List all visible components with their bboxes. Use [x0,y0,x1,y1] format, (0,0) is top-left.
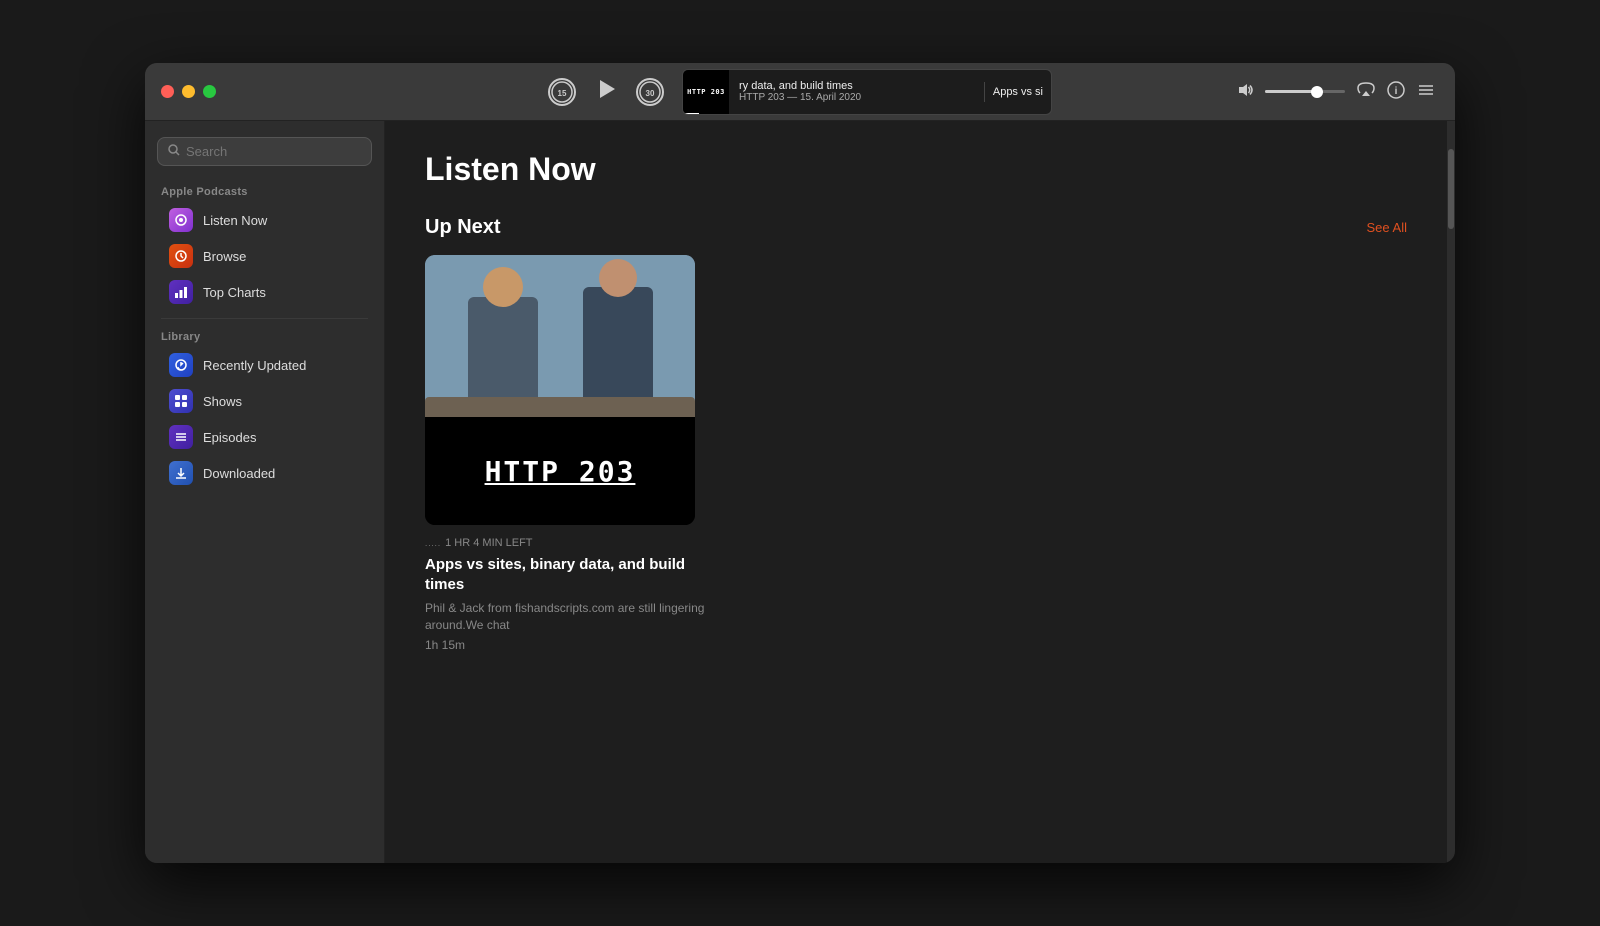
episode-title: Apps vs sites, binary data, and build ti… [425,555,705,594]
see-all-link[interactable]: See All [1367,220,1407,235]
http203-lower: HTTP 203 [425,417,695,525]
sidebar-item-shows-label: Shows [203,394,242,409]
airplay-icon[interactable] [1357,81,1375,103]
forward-icon: 30 [636,78,664,106]
shows-icon [169,389,193,413]
sidebar-item-downloaded[interactable]: Downloaded [153,456,376,490]
sidebar-item-browse[interactable]: Browse [153,239,376,273]
info-icon[interactable]: i [1387,81,1405,103]
sidebar-item-episodes[interactable]: Episodes [153,420,376,454]
listen-now-icon [169,208,193,232]
volume-thumb [1311,86,1323,98]
now-playing-title: ry data, and build times [739,80,974,92]
search-icon [168,144,180,159]
sidebar-item-downloaded-label: Downloaded [203,466,275,481]
now-playing-subtitle: HTTP 203 — 15. April 2020 [739,92,974,103]
downloaded-icon [169,461,193,485]
section-title-up-next: Up Next [425,216,501,239]
sidebar-item-recently-updated-label: Recently Updated [203,358,306,373]
sidebar-item-browse-label: Browse [203,249,246,264]
episode-photo [425,255,695,417]
traffic-lights [161,85,216,98]
sidebar-item-listen-now-label: Listen Now [203,213,267,228]
episode-description: Phil & Jack from fishandscripts.com are … [425,600,705,634]
maximize-button[interactable] [203,85,216,98]
minimize-button[interactable] [182,85,195,98]
right-controls: i [1237,81,1435,103]
sidebar-item-recently-updated[interactable]: Recently Updated [153,348,376,382]
time-left: 1 HR 4 MIN LEFT [445,537,532,549]
episode-meta: ..... 1 HR 4 MIN LEFT [425,537,705,549]
volume-fill [1265,90,1317,93]
search-input[interactable] [186,144,362,159]
episode-duration: 1h 15m [425,638,705,652]
photo-scene [425,255,695,417]
now-playing-next: Apps vs si [984,82,1051,102]
forward-button[interactable]: 30 [636,78,664,106]
app-window: 15 30 [145,63,1455,863]
main-content: Apple Podcasts Listen Now Bro [145,121,1455,863]
volume-slider[interactable] [1265,90,1345,93]
svg-text:30: 30 [646,89,655,98]
list-icon[interactable] [1417,81,1435,103]
sidebar-item-listen-now[interactable]: Listen Now [153,203,376,237]
svg-text:i: i [1395,86,1398,97]
podcast-card[interactable]: HTTP 203 ..... 1 HR 4 MIN LEFT Apps vs s… [425,255,705,652]
http203-logo: HTTP 203 [485,455,636,488]
scrollbar-track[interactable] [1447,121,1455,863]
volume-icon [1237,82,1253,101]
sidebar: Apple Podcasts Listen Now Bro [145,121,385,863]
sidebar-section-library: Library [145,327,384,347]
sidebar-item-top-charts[interactable]: Top Charts [153,275,376,309]
http203-artwork: HTTP 203 [425,255,695,525]
now-playing-thumbnail: HTTP 203 [683,69,729,115]
sidebar-item-episodes-label: Episodes [203,430,256,445]
episode-show-mini-label: HTTP 203 [687,88,725,96]
player-controls: 15 30 [548,69,1052,115]
sidebar-divider [161,318,368,319]
episode-dots: ..... [425,539,441,548]
browse-icon [169,244,193,268]
rewind-button[interactable]: 15 [548,78,576,106]
top-charts-icon [169,280,193,304]
playback-progress [683,113,699,115]
section-header-up-next: Up Next See All [425,216,1407,239]
title-bar: 15 30 [145,63,1455,121]
svg-text:15: 15 [558,89,567,98]
scrollbar-thumb[interactable] [1448,149,1454,229]
recently-updated-icon [169,353,193,377]
rewind-icon: 15 [548,78,576,106]
close-button[interactable] [161,85,174,98]
search-box[interactable] [157,137,372,166]
episodes-icon [169,425,193,449]
episode-thumbnail-mini: HTTP 203 [683,69,729,115]
play-button[interactable] [594,77,618,107]
sidebar-item-shows[interactable]: Shows [153,384,376,418]
now-playing-info: ry data, and build times HTTP 203 — 15. … [729,76,984,107]
sidebar-section-apple-podcasts: Apple Podcasts [145,182,384,202]
page-title: Listen Now [425,151,1407,188]
sidebar-item-top-charts-label: Top Charts [203,285,266,300]
now-playing-bar[interactable]: HTTP 203 ry data, and build times HTTP 2… [682,69,1052,115]
content-area: Listen Now Up Next See All [385,121,1447,863]
podcast-artwork: HTTP 203 [425,255,695,525]
